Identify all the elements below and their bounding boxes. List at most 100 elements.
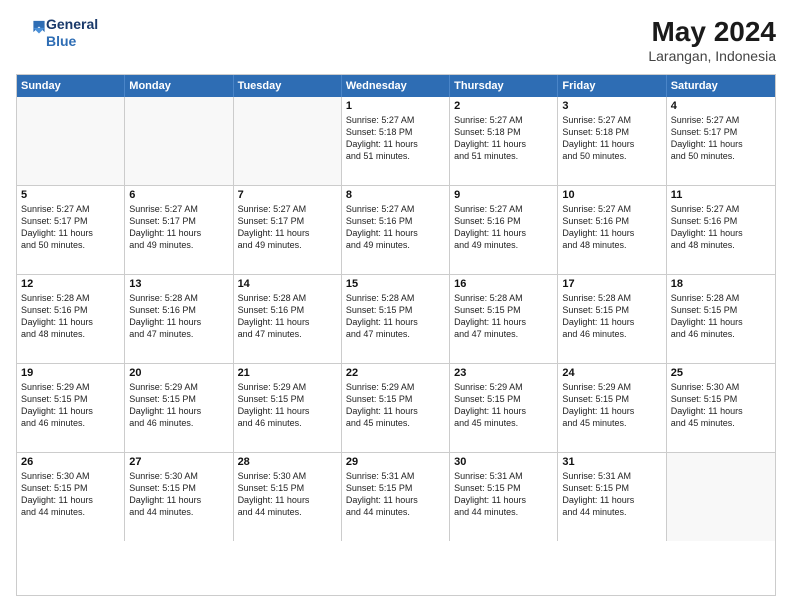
calendar-row-3: 12Sunrise: 5:28 AM Sunset: 5:16 PM Dayli… — [17, 275, 775, 364]
day-info: Sunrise: 5:31 AM Sunset: 5:15 PM Dayligh… — [562, 470, 661, 519]
day-cell-2: 2Sunrise: 5:27 AM Sunset: 5:18 PM Daylig… — [450, 97, 558, 185]
calendar-row-2: 5 Sunrise: 5:27 AM Sunset: 5:17 PM Daylig… — [17, 186, 775, 275]
day-info: Sunrise: 5:31 AM Sunset: 5:15 PM Dayligh… — [346, 470, 445, 519]
day-number: 25 — [671, 367, 771, 379]
day-number: 7 — [238, 189, 337, 201]
day-number: 18 — [671, 278, 771, 290]
day-cell-3: 3 Sunrise: 5:27 AM Sunset: 5:18 PM Daylig… — [558, 97, 666, 185]
header-day-wednesday: Wednesday — [342, 75, 450, 97]
day-info: Sunrise: 5:30 AM Sunset: 5:15 PM Dayligh… — [238, 470, 337, 519]
day-number: 29 — [346, 456, 445, 468]
day-info: Sunrise: 5:28 AM Sunset: 5:15 PM Dayligh… — [454, 292, 553, 341]
day-cell-31: 31 Sunrise: 5:31 AM Sunset: 5:15 PM Dayli… — [558, 453, 666, 541]
day-number: 9 — [454, 189, 553, 201]
day-info: Sunrise: 5:28 AM Sunset: 5:16 PM Dayligh… — [21, 292, 120, 341]
day-number: 11 — [671, 189, 771, 201]
day-info: Sunrise: 5:28 AM Sunset: 5:15 PM Dayligh… — [346, 292, 445, 341]
empty-cell — [234, 97, 342, 185]
day-cell-13: 13Sunrise: 5:28 AM Sunset: 5:16 PM Dayli… — [125, 275, 233, 363]
day-info: Sunrise: 5:30 AM Sunset: 5:15 PM Dayligh… — [21, 470, 120, 519]
day-number: 28 — [238, 456, 337, 468]
day-info: Sunrise: 5:31 AM Sunset: 5:15 PM Dayligh… — [454, 470, 553, 519]
day-info: Sunrise: 5:29 AM Sunset: 5:15 PM Dayligh… — [238, 381, 337, 430]
day-cell-9: 9 Sunrise: 5:27 AM Sunset: 5:16 PM Daylig… — [450, 186, 558, 274]
day-number: 31 — [562, 456, 661, 468]
day-info: Sunrise: 5:27 AM Sunset: 5:18 PM Dayligh… — [562, 114, 661, 163]
empty-cell — [667, 453, 775, 541]
day-cell-7: 7 Sunrise: 5:27 AM Sunset: 5:17 PM Daylig… — [234, 186, 342, 274]
header-day-monday: Monday — [125, 75, 233, 97]
logo-icon — [18, 19, 46, 41]
day-number: 21 — [238, 367, 337, 379]
day-info: Sunrise: 5:30 AM Sunset: 5:15 PM Dayligh… — [671, 381, 771, 430]
day-number: 10 — [562, 189, 661, 201]
header-day-tuesday: Tuesday — [234, 75, 342, 97]
day-number: 17 — [562, 278, 661, 290]
logo-line2: Blue — [46, 33, 98, 50]
day-info: Sunrise: 5:28 AM Sunset: 5:16 PM Dayligh… — [238, 292, 337, 341]
day-number: 3 — [562, 100, 661, 112]
day-number: 5 — [21, 189, 120, 201]
day-number: 6 — [129, 189, 228, 201]
header-day-friday: Friday — [558, 75, 666, 97]
day-number: 23 — [454, 367, 553, 379]
day-info: Sunrise: 5:27 AM Sunset: 5:16 PM Dayligh… — [562, 203, 661, 252]
day-cell-17: 17 Sunrise: 5:28 AM Sunset: 5:15 PM Dayli… — [558, 275, 666, 363]
day-cell-12: 12Sunrise: 5:28 AM Sunset: 5:16 PM Dayli… — [17, 275, 125, 363]
header-day-thursday: Thursday — [450, 75, 558, 97]
day-info: Sunrise: 5:29 AM Sunset: 5:15 PM Dayligh… — [129, 381, 228, 430]
day-cell-24: 24 Sunrise: 5:29 AM Sunset: 5:15 PM Dayli… — [558, 364, 666, 452]
day-info: Sunrise: 5:29 AM Sunset: 5:15 PM Dayligh… — [562, 381, 661, 430]
day-cell-26: 26 Sunrise: 5:30 AM Sunset: 5:15 PM Dayli… — [17, 453, 125, 541]
day-cell-20: 20 Sunrise: 5:29 AM Sunset: 5:15 PM Dayli… — [125, 364, 233, 452]
day-number: 16 — [454, 278, 553, 290]
day-cell-25: 25 Sunrise: 5:30 AM Sunset: 5:15 PM Dayli… — [667, 364, 775, 452]
day-number: 26 — [21, 456, 120, 468]
day-info: Sunrise: 5:28 AM Sunset: 5:16 PM Dayligh… — [129, 292, 228, 341]
day-number: 24 — [562, 367, 661, 379]
day-cell-5: 5 Sunrise: 5:27 AM Sunset: 5:17 PM Daylig… — [17, 186, 125, 274]
day-cell-14: 14Sunrise: 5:28 AM Sunset: 5:16 PM Dayli… — [234, 275, 342, 363]
page-container: General Blue May 2024 Larangan, Indonesi… — [0, 0, 792, 612]
day-number: 1 — [346, 100, 445, 112]
header-day-sunday: Sunday — [17, 75, 125, 97]
day-number: 4 — [671, 100, 771, 112]
day-number: 19 — [21, 367, 120, 379]
day-info: Sunrise: 5:27 AM Sunset: 5:16 PM Dayligh… — [346, 203, 445, 252]
day-info: Sunrise: 5:27 AM Sunset: 5:17 PM Dayligh… — [671, 114, 771, 163]
calendar-row-1: 1 Sunrise: 5:27 AM Sunset: 5:18 PM Daylig… — [17, 97, 775, 186]
day-info: Sunrise: 5:30 AM Sunset: 5:15 PM Dayligh… — [129, 470, 228, 519]
day-info: Sunrise: 5:27 AM Sunset: 5:16 PM Dayligh… — [671, 203, 771, 252]
day-cell-21: 21 Sunrise: 5:29 AM Sunset: 5:15 PM Dayli… — [234, 364, 342, 452]
day-number: 8 — [346, 189, 445, 201]
calendar-row-5: 26 Sunrise: 5:30 AM Sunset: 5:15 PM Dayli… — [17, 453, 775, 541]
day-cell-4: 4 Sunrise: 5:27 AM Sunset: 5:17 PM Daylig… — [667, 97, 775, 185]
header-day-saturday: Saturday — [667, 75, 775, 97]
day-cell-8: 8 Sunrise: 5:27 AM Sunset: 5:16 PM Daylig… — [342, 186, 450, 274]
day-cell-11: 11 Sunrise: 5:27 AM Sunset: 5:16 PM Dayli… — [667, 186, 775, 274]
logo: General Blue — [16, 16, 98, 50]
day-info: Sunrise: 5:28 AM Sunset: 5:15 PM Dayligh… — [562, 292, 661, 341]
logo-line1: General — [46, 16, 98, 33]
day-number: 20 — [129, 367, 228, 379]
day-cell-23: 23Sunrise: 5:29 AM Sunset: 5:15 PM Dayli… — [450, 364, 558, 452]
empty-cell — [125, 97, 233, 185]
day-cell-16: 16 Sunrise: 5:28 AM Sunset: 5:15 PM Dayli… — [450, 275, 558, 363]
day-cell-28: 28 Sunrise: 5:30 AM Sunset: 5:15 PM Dayli… — [234, 453, 342, 541]
day-info: Sunrise: 5:27 AM Sunset: 5:17 PM Dayligh… — [21, 203, 120, 252]
header: General Blue May 2024 Larangan, Indonesi… — [16, 16, 776, 64]
day-cell-15: 15Sunrise: 5:28 AM Sunset: 5:15 PM Dayli… — [342, 275, 450, 363]
day-cell-27: 27Sunrise: 5:30 AM Sunset: 5:15 PM Dayli… — [125, 453, 233, 541]
calendar-body: 1 Sunrise: 5:27 AM Sunset: 5:18 PM Daylig… — [17, 97, 775, 541]
subtitle: Larangan, Indonesia — [648, 48, 776, 64]
day-info: Sunrise: 5:27 AM Sunset: 5:17 PM Dayligh… — [129, 203, 228, 252]
day-info: Sunrise: 5:28 AM Sunset: 5:15 PM Dayligh… — [671, 292, 771, 341]
day-cell-1: 1 Sunrise: 5:27 AM Sunset: 5:18 PM Daylig… — [342, 97, 450, 185]
day-cell-30: 30 Sunrise: 5:31 AM Sunset: 5:15 PM Dayli… — [450, 453, 558, 541]
day-info: Sunrise: 5:27 AM Sunset: 5:16 PM Dayligh… — [454, 203, 553, 252]
empty-cell — [17, 97, 125, 185]
title-block: May 2024 Larangan, Indonesia — [648, 16, 776, 64]
day-info: Sunrise: 5:27 AM Sunset: 5:18 PM Dayligh… — [346, 114, 445, 163]
day-number: 30 — [454, 456, 553, 468]
day-info: Sunrise: 5:27 AM Sunset: 5:17 PM Dayligh… — [238, 203, 337, 252]
